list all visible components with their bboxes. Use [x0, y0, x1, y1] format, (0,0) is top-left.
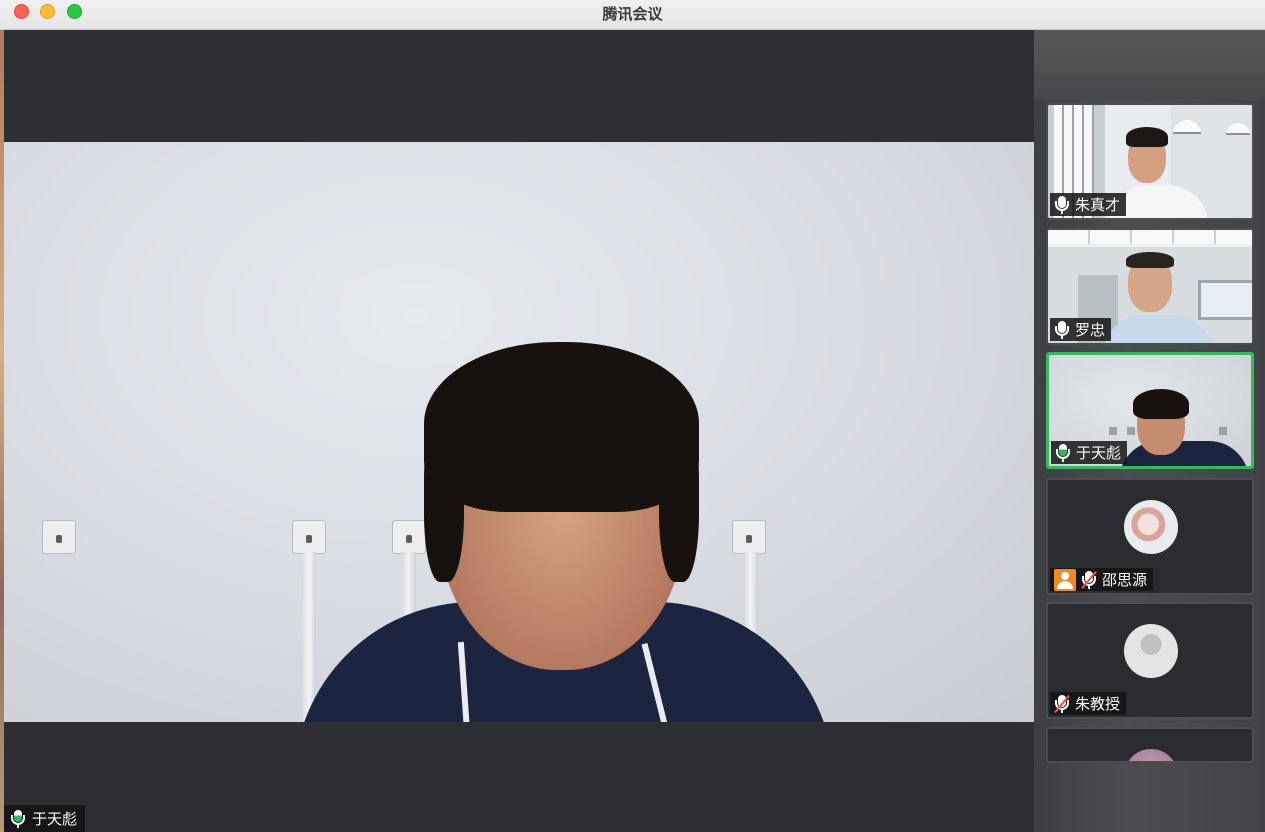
microphone-icon [10, 809, 26, 828]
microphone-icon [1054, 195, 1070, 214]
microphone-muted-icon [1081, 570, 1097, 589]
participant-panel[interactable]: 朱真才 罗忠 于天彪 邵思源 朱教授 [1034, 30, 1265, 832]
microphone-muted-icon [1054, 694, 1070, 713]
main-speaker-label: 于天彪 [4, 805, 86, 832]
participant-name: 罗忠 [1075, 321, 1106, 339]
participant-tile[interactable]: 朱教授 [1046, 602, 1254, 719]
title-bar: 腾讯会议 [0, 0, 1265, 30]
main-speaker-name: 于天彪 [32, 810, 78, 828]
participant-tile-active[interactable]: 于天彪 [1046, 352, 1254, 469]
participant-label: 罗忠 [1050, 318, 1112, 341]
main-speaker-figure [294, 342, 834, 722]
participant-label: 朱教授 [1050, 692, 1127, 715]
participant-tile[interactable]: 朱真才 [1046, 103, 1254, 220]
participant-name: 朱真才 [1075, 196, 1121, 214]
participant-label: 朱真才 [1050, 193, 1127, 216]
main-video-feed[interactable] [4, 142, 1034, 722]
avatar [1124, 500, 1178, 554]
avatar [1124, 749, 1178, 761]
main-video-stage[interactable] [4, 30, 1034, 832]
participant-tile[interactable]: 邵思源 [1046, 478, 1254, 595]
avatar [1124, 624, 1178, 678]
participant-name: 于天彪 [1076, 444, 1122, 462]
window-title: 腾讯会议 [602, 5, 663, 23]
participant-name: 邵思源 [1102, 571, 1148, 589]
panel-header [1034, 30, 1265, 100]
microphone-icon [1054, 320, 1070, 339]
person-icon [1054, 568, 1076, 591]
wall-socket [42, 520, 76, 554]
microphone-icon [1055, 443, 1071, 462]
participant-label: 于天彪 [1051, 441, 1128, 464]
participant-tile[interactable]: 罗忠 [1046, 228, 1254, 345]
participant-label: 邵思源 [1050, 568, 1154, 591]
participant-tile-partial[interactable] [1046, 727, 1254, 763]
participant-name: 朱教授 [1075, 695, 1121, 713]
